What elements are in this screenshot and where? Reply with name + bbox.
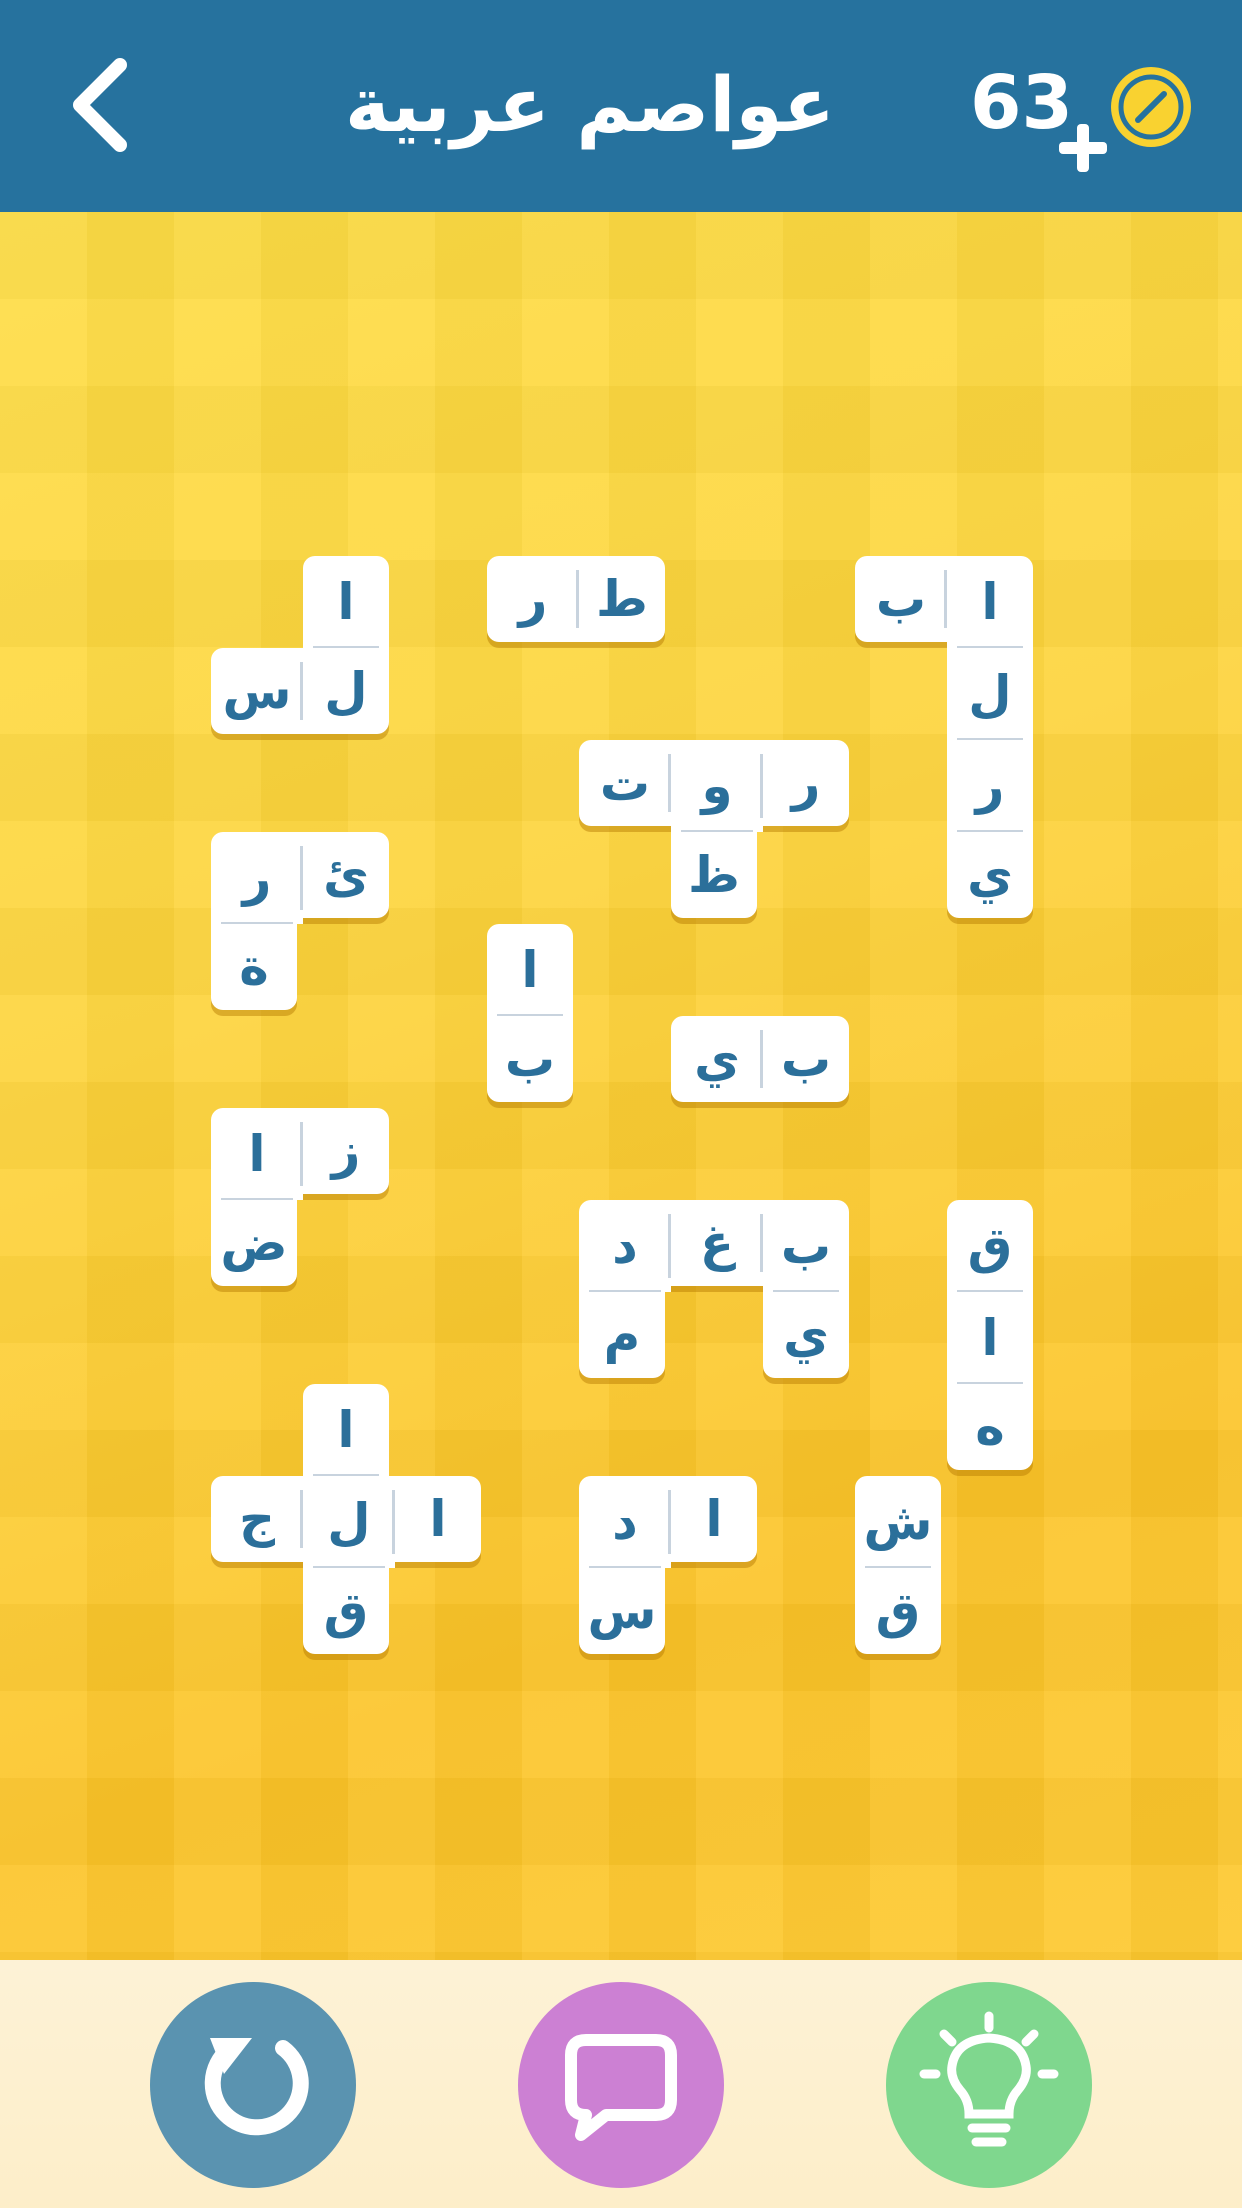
letter-tile[interactable]: ق	[855, 1568, 941, 1654]
letter-tile[interactable]: ج	[211, 1476, 303, 1562]
letter-tile[interactable]: ش	[855, 1476, 941, 1568]
letter-tile[interactable]: ا	[487, 924, 573, 1016]
letter-tile[interactable]: ئ	[303, 832, 389, 918]
letter-tile[interactable]: ا	[947, 556, 1033, 648]
letter-tile[interactable]: س	[211, 648, 303, 734]
top-bar: عواصم عربية 63	[0, 0, 1242, 212]
restart-button[interactable]	[150, 1982, 356, 2188]
plus-icon	[1059, 124, 1107, 172]
back-button[interactable]	[40, 45, 160, 165]
letter-tile[interactable]: ب	[855, 556, 947, 642]
letter-tile[interactable]: س	[579, 1568, 665, 1654]
letter-tile[interactable]: ر	[211, 832, 303, 924]
letter-tile[interactable]: ر	[947, 740, 1033, 832]
letter-tile[interactable]: ا	[671, 1476, 757, 1562]
letter-tile[interactable]: ض	[211, 1200, 297, 1286]
letter-tile[interactable]: ز	[303, 1108, 389, 1194]
bottom-toolbar	[0, 1960, 1242, 2208]
letter-tile[interactable]: ل	[303, 1476, 395, 1568]
hint-lightbulb-icon	[919, 2011, 1059, 2147]
puzzle-board: اسلرطبالريتورظرئةابيبازضدغبميقاهاجلاقداس…	[0, 212, 1242, 1960]
letter-tile[interactable]: ر	[763, 740, 849, 826]
letter-tile[interactable]: ت	[579, 740, 671, 826]
letter-tile[interactable]: ا	[395, 1476, 481, 1562]
letter-tile[interactable]: ر	[487, 556, 579, 642]
coin-balance[interactable]: 63	[960, 50, 1200, 180]
letter-tile[interactable]: ل	[303, 648, 389, 734]
letter-tile[interactable]: ط	[579, 556, 665, 642]
letter-tile[interactable]: ه	[947, 1384, 1033, 1470]
letter-tile[interactable]: و	[671, 740, 763, 832]
letter-tile[interactable]: ي	[947, 832, 1033, 918]
letter-tile[interactable]: ا	[303, 556, 389, 648]
coin-icon	[1111, 67, 1191, 147]
letter-tile[interactable]: غ	[671, 1200, 763, 1286]
letter-tile[interactable]: د	[579, 1476, 671, 1568]
chevron-left-icon	[73, 58, 127, 152]
letter-tile[interactable]: ا	[303, 1384, 389, 1476]
restart-icon	[204, 2038, 309, 2136]
letter-tile[interactable]: ي	[671, 1016, 763, 1102]
letter-tile[interactable]: ة	[211, 924, 297, 1010]
letter-tile[interactable]: د	[579, 1200, 671, 1292]
page-title: عواصم عربية	[345, 60, 835, 149]
letter-tile[interactable]: ق	[947, 1200, 1033, 1292]
letter-tile[interactable]: ا	[211, 1108, 303, 1200]
letter-tile[interactable]: ق	[303, 1568, 389, 1654]
letter-tile[interactable]: ل	[947, 648, 1033, 740]
letter-tile[interactable]: ظ	[671, 832, 757, 918]
letter-tile[interactable]: ب	[763, 1016, 849, 1102]
letter-tile[interactable]: ا	[947, 1292, 1033, 1384]
chat-icon	[565, 2034, 677, 2141]
hint-button[interactable]	[886, 1982, 1092, 2188]
chat-button[interactable]	[518, 1982, 724, 2188]
letter-tile[interactable]: ب	[487, 1016, 573, 1102]
board-pattern	[0, 212, 1242, 1960]
letter-tile[interactable]: م	[579, 1292, 665, 1378]
letter-tile[interactable]: ي	[763, 1292, 849, 1378]
letter-tile[interactable]: ب	[763, 1200, 849, 1292]
